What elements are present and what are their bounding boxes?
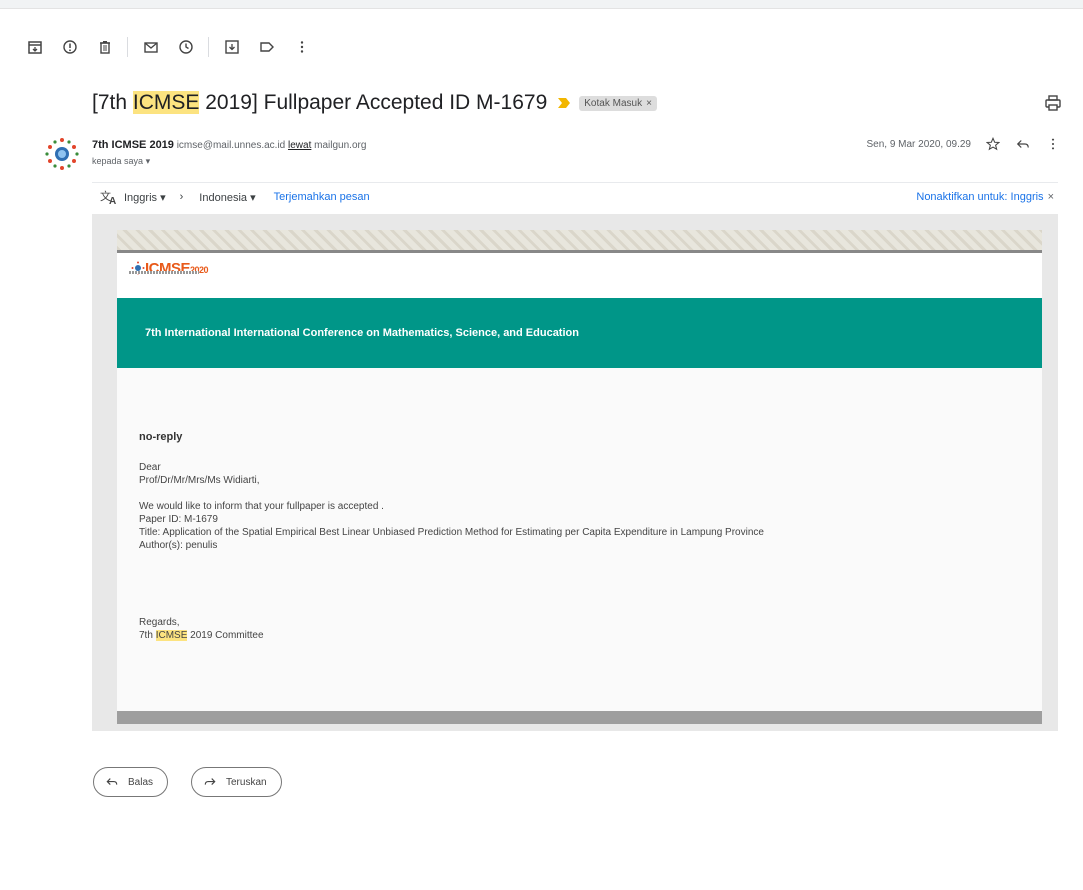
more-icon[interactable] bbox=[289, 34, 315, 60]
source-language: Inggris bbox=[124, 191, 158, 204]
logo-area: ICMSE2020 bbox=[117, 253, 1042, 298]
top-strip bbox=[0, 0, 1083, 9]
star-icon[interactable] bbox=[985, 136, 1001, 152]
move-to-icon[interactable] bbox=[219, 34, 245, 60]
translate-message-link[interactable]: Terjemahkan pesan bbox=[274, 191, 370, 203]
translate-icon: 文A bbox=[100, 189, 116, 205]
reply-button[interactable]: Balas bbox=[93, 767, 169, 797]
report-spam-icon[interactable] bbox=[57, 34, 83, 60]
forward-button[interactable]: Teruskan bbox=[191, 767, 282, 797]
reply-icon bbox=[106, 775, 120, 789]
subject-prefix: [7th bbox=[92, 91, 133, 114]
email-body: ICMSE2020 7th International Internationa… bbox=[92, 214, 1058, 731]
snooze-icon[interactable] bbox=[173, 34, 199, 60]
recipient-dropdown[interactable]: kepada saya ▾ bbox=[92, 156, 150, 167]
footer-bar bbox=[117, 711, 1042, 724]
important-marker-icon[interactable] bbox=[557, 97, 571, 109]
via-domain: mailgun.org bbox=[314, 140, 367, 151]
logo-subtext bbox=[129, 271, 199, 274]
recipient-text: kepada saya bbox=[92, 156, 144, 166]
chevron-right-icon: › bbox=[179, 191, 184, 203]
label-icon[interactable] bbox=[254, 34, 280, 60]
toolbar-divider bbox=[208, 37, 209, 57]
sender-line: 7th ICMSE 2019 icmse@mail.unnes.ac.id le… bbox=[92, 139, 366, 151]
disable-translation[interactable]: Nonaktifkan untuk: Inggris × bbox=[916, 191, 1054, 203]
sender-avatar bbox=[45, 138, 79, 170]
svg-text:A: A bbox=[109, 196, 116, 205]
source-language-dropdown[interactable]: Inggris ▾ bbox=[124, 191, 166, 204]
reply-label: Balas bbox=[128, 776, 154, 788]
subject-suffix: 2019] Fullpaper Accepted ID M-1679 bbox=[199, 91, 548, 114]
label-chip-close-icon[interactable]: × bbox=[646, 98, 652, 109]
chevron-down-icon: ▾ bbox=[145, 156, 151, 166]
logo-text: ICMSE bbox=[145, 260, 191, 277]
email-from-label: no-reply bbox=[139, 431, 183, 443]
greeting: Dear bbox=[139, 462, 161, 473]
forward-label: Teruskan bbox=[226, 776, 267, 788]
target-language-dropdown[interactable]: Indonesia ▾ bbox=[199, 191, 255, 204]
chevron-down-icon: ▾ bbox=[250, 191, 256, 204]
icmse-logo: ICMSE2020 bbox=[131, 260, 209, 278]
translate-bar: 文A Inggris ▾ › Indonesia ▾ Terjemahkan p… bbox=[92, 182, 1058, 211]
via-link[interactable]: lewat bbox=[288, 140, 311, 151]
signature: 7th ICMSE 2019 Committee bbox=[139, 629, 264, 642]
label-chip-inbox[interactable]: Kotak Masuk × bbox=[579, 95, 657, 111]
target-language: Indonesia bbox=[199, 191, 248, 204]
conference-banner: 7th International International Conferen… bbox=[117, 298, 1042, 368]
delete-icon[interactable] bbox=[92, 34, 118, 60]
reply-icon[interactable] bbox=[1015, 136, 1031, 152]
paper-title: Title: Application of the Spatial Empiri… bbox=[139, 527, 764, 538]
label-chip-text: Kotak Masuk bbox=[584, 97, 643, 109]
disable-translation-link[interactable]: Nonaktifkan untuk: Inggris bbox=[916, 191, 1043, 203]
paper-authors: Author(s): penulis bbox=[139, 540, 218, 551]
print-icon[interactable] bbox=[1044, 94, 1062, 112]
toolbar-divider bbox=[127, 37, 128, 57]
subject-row: [7th ICMSE 2019] Fullpaper Accepted ID M… bbox=[92, 86, 1062, 120]
header-pattern bbox=[117, 230, 1042, 250]
message-meta: Sen, 9 Mar 2020, 09.29 bbox=[866, 136, 1061, 152]
subject-highlight: ICMSE bbox=[132, 91, 200, 114]
message-date: Sen, 9 Mar 2020, 09.29 bbox=[866, 138, 971, 150]
acceptance-line: We would like to inform that your fullpa… bbox=[139, 501, 384, 512]
paper-id: Paper ID: M-1679 bbox=[139, 514, 218, 525]
banner-title: 7th International International Conferen… bbox=[145, 327, 579, 339]
email-subject: [7th ICMSE 2019] Fullpaper Accepted ID M… bbox=[92, 91, 547, 115]
email-content: no-reply Dear Prof/Dr/Mr/Mrs/Ms Widiarti… bbox=[117, 368, 1042, 711]
close-icon[interactable]: × bbox=[1048, 191, 1054, 203]
sender-email: icmse@mail.unnes.ac.id bbox=[176, 140, 286, 151]
regards: Regards, bbox=[139, 617, 180, 628]
archive-icon[interactable] bbox=[22, 34, 48, 60]
signature-suffix: 2019 Committee bbox=[187, 630, 264, 641]
forward-icon bbox=[204, 775, 218, 789]
mark-unread-icon[interactable] bbox=[138, 34, 164, 60]
message-toolbar bbox=[22, 34, 324, 60]
signature-prefix: 7th bbox=[139, 630, 156, 641]
chevron-down-icon: ▾ bbox=[160, 191, 166, 204]
sender-name[interactable]: 7th ICMSE 2019 bbox=[92, 139, 174, 151]
signature-highlight: ICMSE bbox=[155, 630, 188, 641]
more-options-icon[interactable] bbox=[1045, 136, 1061, 152]
recipient-name: Prof/Dr/Mr/Mrs/Ms Widiarti, bbox=[139, 475, 260, 486]
